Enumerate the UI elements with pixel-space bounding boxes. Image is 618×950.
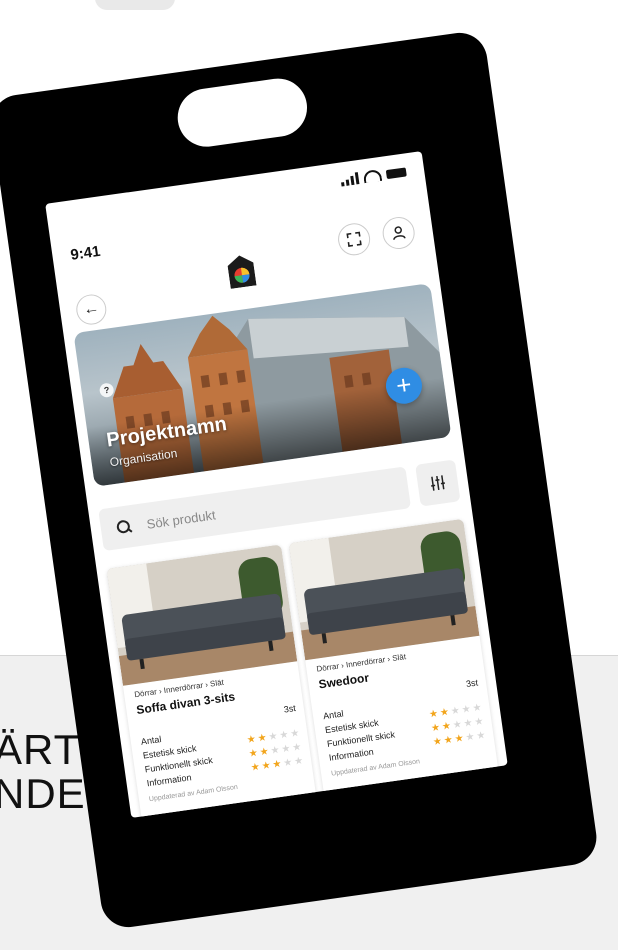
product-details: Dörrar › Innerdörrar › Slät Swedoor 3st … — [316, 643, 488, 777]
star-empty-icon: ★ — [269, 744, 281, 757]
product-image — [288, 518, 480, 661]
status-bar — [45, 151, 427, 243]
star-filled-icon: ★ — [271, 758, 283, 771]
star-empty-icon: ★ — [462, 717, 474, 730]
star-filled-icon: ★ — [259, 746, 270, 759]
star-empty-icon: ★ — [464, 731, 476, 744]
status-time: 9:41 — [69, 242, 102, 264]
star-empty-icon: ★ — [460, 703, 472, 716]
tagline: ÄRT NDE — [0, 728, 86, 816]
phone-tag: 9:41 ← ? Projektnamn Organisation + Sök … — [0, 29, 601, 931]
product-details: Dörrar › Innerdörrar › Slät Soffa divan … — [134, 668, 306, 803]
product-image — [106, 544, 298, 686]
star-empty-icon: ★ — [278, 729, 290, 742]
star-filled-icon: ★ — [250, 761, 261, 774]
hang-hole — [173, 74, 311, 151]
sofa-image — [106, 544, 298, 686]
tagline-line-2: NDE — [0, 770, 86, 817]
filter-sliders-icon — [431, 475, 445, 491]
star-empty-icon: ★ — [293, 755, 304, 768]
star-filled-icon: ★ — [260, 760, 272, 773]
star-filled-icon: ★ — [430, 722, 441, 735]
star-empty-icon: ★ — [452, 719, 463, 732]
star-filled-icon: ★ — [248, 747, 259, 760]
sofa-image — [288, 518, 480, 661]
star-empty-icon: ★ — [289, 727, 301, 740]
information-label: Information — [328, 746, 375, 763]
search-icon — [116, 519, 132, 535]
top-tab-decoration — [95, 0, 175, 10]
arrow-left-icon: ← — [82, 299, 101, 319]
wifi-icon — [362, 168, 383, 184]
app-screen: 9:41 ← ? Projektnamn Organisation + Sök … — [45, 151, 508, 818]
user-icon — [393, 226, 406, 240]
profile-button[interactable] — [380, 214, 417, 252]
star-empty-icon: ★ — [450, 705, 461, 718]
search-input[interactable] — [143, 481, 388, 533]
star-filled-icon: ★ — [441, 720, 452, 733]
product-card[interactable]: Dörrar › Innerdörrar › Slät Swedoor 3st … — [288, 518, 500, 801]
star-empty-icon: ★ — [280, 743, 292, 756]
battery-icon — [385, 166, 407, 179]
star-filled-icon: ★ — [428, 708, 439, 721]
star-filled-icon: ★ — [432, 736, 443, 749]
star-empty-icon: ★ — [473, 716, 485, 729]
information-label: Information — [146, 772, 193, 789]
star-filled-icon: ★ — [257, 732, 268, 745]
back-button[interactable]: ← — [74, 292, 109, 327]
tagline-line-1: ÄRT — [0, 726, 81, 773]
star-empty-icon: ★ — [475, 729, 487, 743]
product-card[interactable]: Dörrar › Innerdörrar › Slät Soffa divan … — [106, 544, 318, 818]
house-logo-icon — [227, 255, 257, 289]
star-filled-icon: ★ — [439, 706, 450, 719]
expand-button[interactable] — [336, 221, 373, 258]
star-empty-icon: ★ — [291, 741, 303, 754]
project-hero[interactable]: ? Projektnamn Organisation + — [73, 283, 452, 487]
quantity-label: Antal — [140, 734, 162, 747]
star-filled-icon: ★ — [246, 733, 257, 747]
quantity-label: Antal — [322, 708, 345, 722]
star-empty-icon: ★ — [267, 730, 279, 743]
signal-icon — [340, 172, 360, 187]
star-empty-icon: ★ — [471, 702, 483, 715]
star-filled-icon: ★ — [443, 734, 454, 747]
expand-icon — [346, 231, 362, 247]
filter-button[interactable] — [415, 459, 461, 507]
status-icons — [340, 165, 407, 187]
star-filled-icon: ★ — [454, 732, 465, 746]
star-empty-icon: ★ — [282, 757, 294, 770]
